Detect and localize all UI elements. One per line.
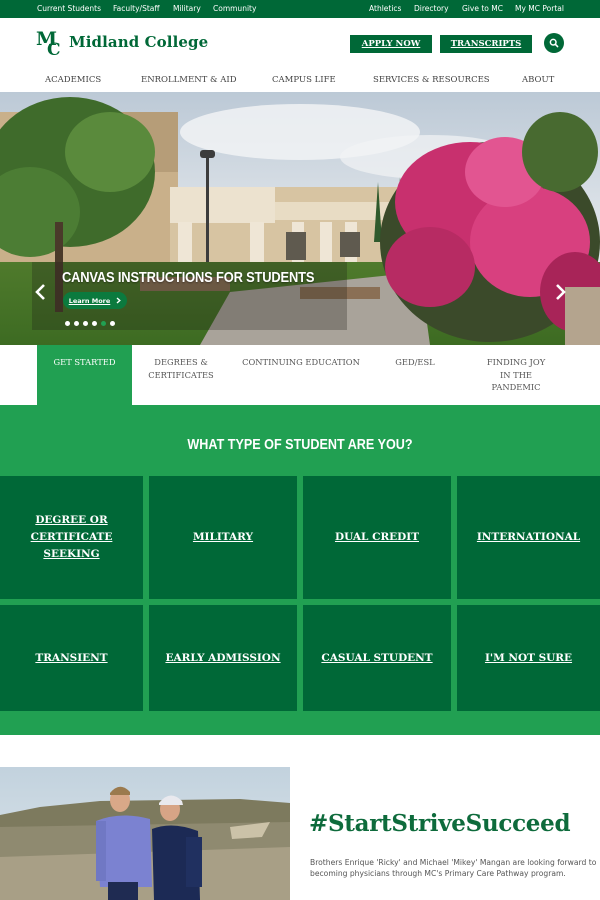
story-body: Brothers Enrique 'Ricky' and Michael 'Mi… [310,858,597,878]
nav-campus-life[interactable]: CAMPUS LIFE [272,75,336,85]
search-icon [549,38,559,48]
nav-enrollment-aid[interactable]: ENROLLMENT & AID [141,75,237,85]
tile-international[interactable]: INTERNATIONAL [457,476,600,599]
utility-link-portal[interactable]: My MC Portal [515,4,564,13]
tile-casual-student[interactable]: CASUAL STUDENT [303,605,451,711]
hero-title: CANVAS INSTRUCTIONS FOR STUDENTS [62,269,315,286]
apply-now-button[interactable]: APPLY NOW [350,35,432,53]
utility-link-military[interactable]: Military [173,4,201,13]
carousel-dot[interactable] [83,321,88,326]
utility-link-athletics[interactable]: Athletics [369,4,401,13]
chevron-right-icon[interactable] [554,283,568,301]
student-type-heading: WHAT TYPE OF STUDENT ARE YOU? [187,436,413,453]
tab-get-started[interactable]: GET STARTED [37,345,132,405]
svg-text:C: C [47,40,61,56]
chevron-right-small-icon [116,297,122,304]
utility-bar: Current Students Faculty/Staff Military … [0,0,600,18]
story-photo [0,767,290,900]
utility-link-current-students[interactable]: Current Students [37,4,101,13]
student-type-section: WHAT TYPE OF STUDENT ARE YOU? DEGREE OR … [0,405,600,735]
nav-services-resources[interactable]: SERVICES & RESOURCES [373,75,490,85]
content-tabs: GET STARTED DEGREES & CERTIFICATES CONTI… [0,345,600,405]
mc-monogram-icon: M C [36,28,61,56]
utility-link-community[interactable]: Community [213,4,256,13]
carousel-dot-active[interactable] [101,321,106,326]
nav-about[interactable]: ABOUT [522,75,554,85]
tile-dual-credit[interactable]: DUAL CREDIT [303,476,451,599]
carousel-dot[interactable] [65,321,70,326]
utility-link-give[interactable]: Give to MC [462,4,503,13]
carousel-dot[interactable] [74,321,79,326]
utility-link-faculty-staff[interactable]: Faculty/Staff [113,4,160,13]
chevron-left-icon[interactable] [33,283,47,301]
tab-continuing-education[interactable]: CONTINUING EDUCATION [232,345,370,405]
utility-link-directory[interactable]: Directory [414,4,449,13]
tile-not-sure[interactable]: I'M NOT SURE [457,605,600,711]
site-name: Midland College [69,33,209,51]
tile-transient[interactable]: TRANSIENT [0,605,143,711]
tile-military[interactable]: MILITARY [149,476,297,599]
story-title: #StartStriveSucceed [309,810,571,837]
hero-carousel: CANVAS INSTRUCTIONS FOR STUDENTS Learn M… [0,92,600,345]
tab-finding-joy[interactable]: FINDING JOY IN THE PANDEMIC [476,345,556,405]
carousel-dot[interactable] [110,321,115,326]
nav-academics[interactable]: ACADEMICS [45,75,101,85]
tab-ged-esl[interactable]: GED/ESL [385,345,445,405]
tab-degrees-certificates[interactable]: DEGREES & CERTIFICATES [140,345,222,405]
tile-early-admission[interactable]: EARLY ADMISSION [149,605,297,711]
transcripts-button[interactable]: TRANSCRIPTS [440,35,532,53]
brothers-photo-image [0,767,290,900]
carousel-dot[interactable] [92,321,97,326]
carousel-dots [65,321,115,326]
tile-degree-certificate[interactable]: DEGREE OR CERTIFICATE SEEKING [0,476,143,599]
learn-more-label: Learn More [68,296,111,305]
search-button[interactable] [544,33,564,53]
learn-more-button[interactable]: Learn More [63,292,127,309]
